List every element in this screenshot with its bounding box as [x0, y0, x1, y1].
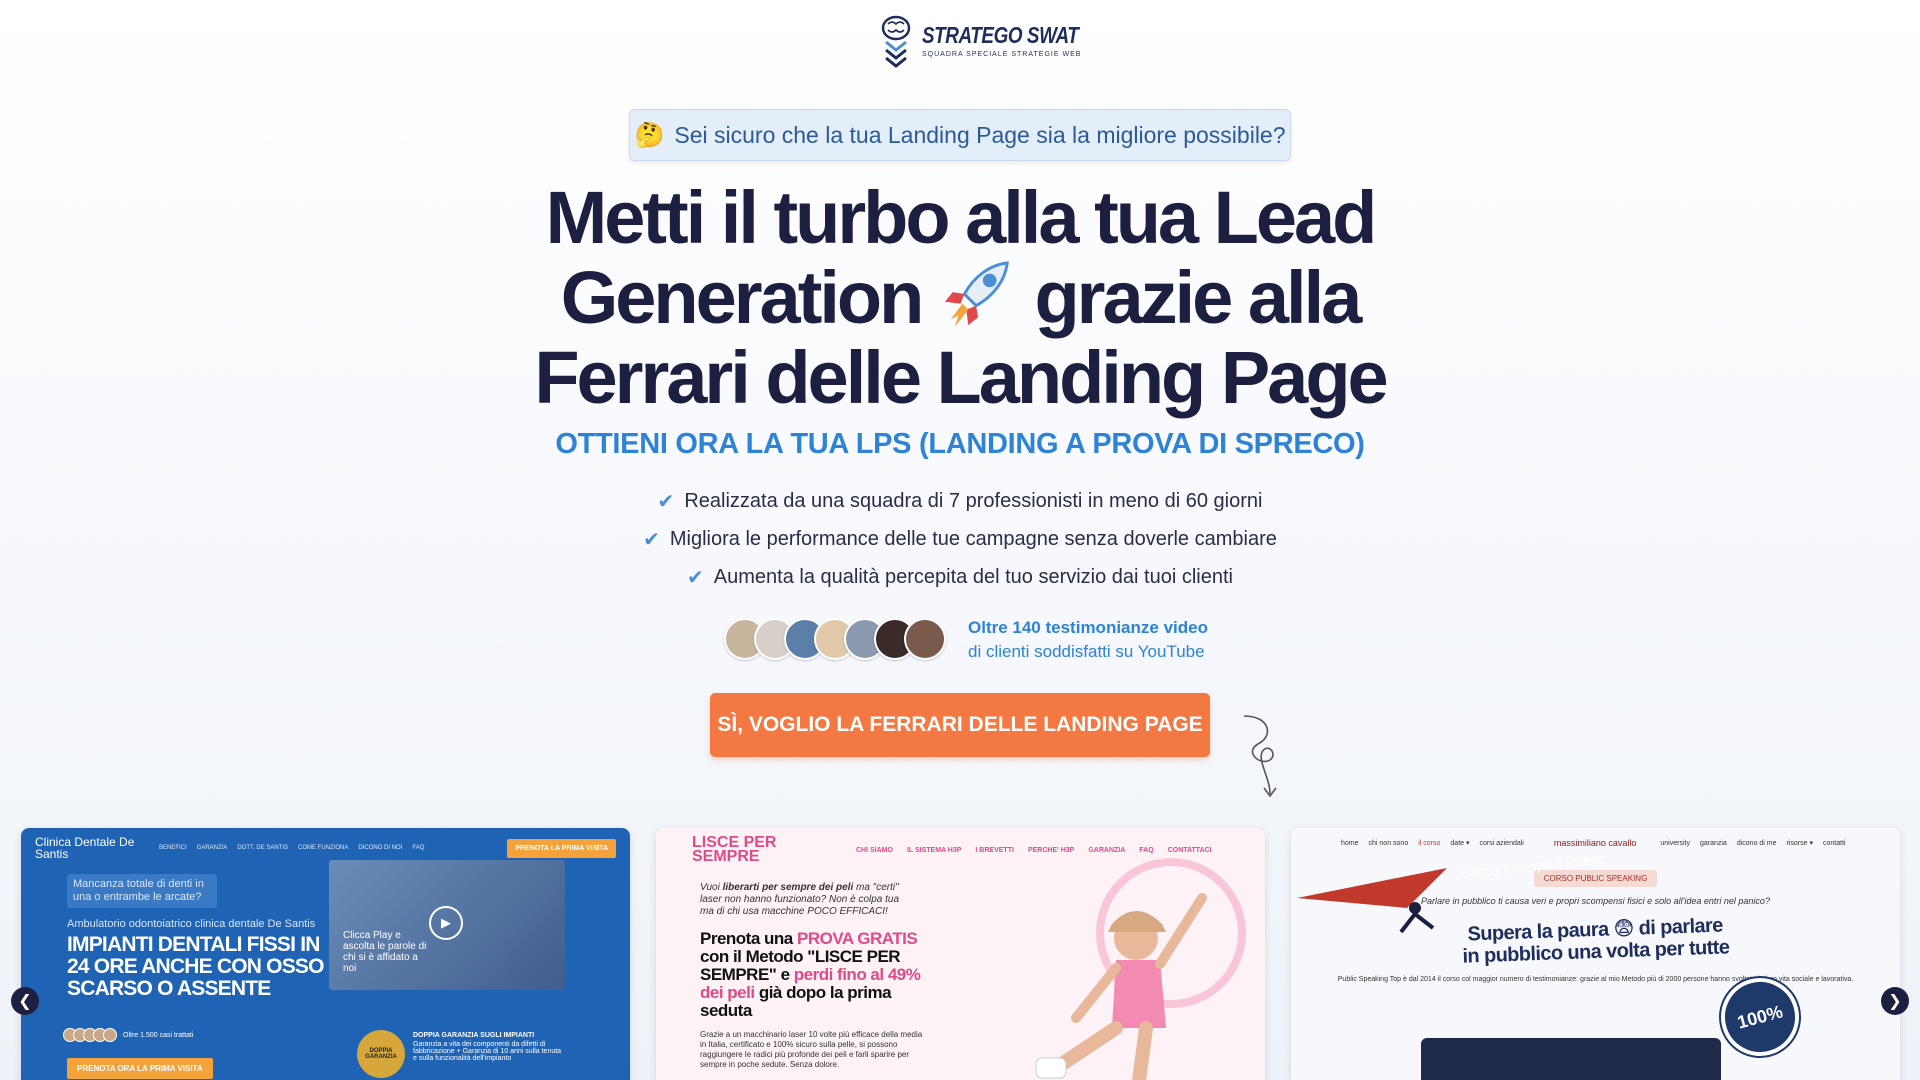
card-menu-item: BENEFICI [159, 845, 187, 851]
offer-subheading: OTTIENI ORA LA TUA LPS (LANDING A PROVA … [555, 428, 1365, 460]
brain-shield-icon [881, 15, 911, 68]
card-nav-button: PRENOTA LA PRIMA VISITA [507, 838, 616, 858]
card-menu-item: GARANZIA [1088, 846, 1126, 854]
card-stats-text: Oltre 1.500 casi trattati [123, 1031, 194, 1039]
card-menu-item: CHI SIAMO [856, 846, 893, 854]
card-menu-item: DOTT. DE SANTIS [237, 845, 289, 851]
checkmark-icon: ✔ [657, 490, 675, 513]
brand-title: STRATEGO SWAT [922, 22, 1079, 48]
guarantee-badge: DOPPIA GARANZIA [357, 1030, 405, 1078]
card-logo: LISCE PER SEMPRE [692, 834, 777, 865]
main-cta-button[interactable]: SÌ, VOGLIO LA FERRARI DELLE LANDING PAGE [710, 693, 1210, 757]
benefit-list: ✔ Realizzata da una squadra di 7 profess… [0, 482, 1920, 596]
card-tag: CORSO PUBLIC SPEAKING [1533, 870, 1658, 887]
checkmark-icon: ✔ [643, 528, 660, 551]
card-menu-item: I BREVETTI [975, 846, 1014, 854]
card-video-thumbnail: ▶ Clicca Play e ascolta le parole di chi… [329, 860, 565, 990]
card-intro: Vuoi liberarti per sempre dei peli ma "c… [700, 882, 900, 917]
card-menu-item: FAQ [1139, 846, 1154, 854]
card-menu-item: CONTATTACI [1167, 846, 1212, 854]
brand-logo[interactable]: STRATEGO SWAT SQUADRA SPECIALE STRATEGIE… [878, 14, 1113, 72]
headline-line-2b: grazie alla [1034, 256, 1362, 339]
card-menu: CHI SIAMO IL SISTEMA H3P I BREVETTI PERC… [856, 847, 1212, 854]
card-video-thumbnail [1421, 1038, 1721, 1080]
card-question: Mancanza totale di denti in una o entram… [67, 874, 217, 908]
card-logo: massimiliano cavallo [1553, 838, 1637, 848]
card-intro: Parlare in pubblico ti causa veri e prop… [1421, 896, 1770, 906]
card-headline: IMPIANTI DENTALI FISSI IN 24 ORE ANCHE C… [67, 933, 324, 1000]
benefit-text: Realizzata da una squadra di 7 professio… [684, 489, 1263, 512]
portfolio-card-dental[interactable]: Clinica Dentale De Santis BENEFICI GARAN… [21, 828, 630, 1080]
card-avatar-dots [63, 1028, 117, 1042]
rocket-icon [944, 261, 1009, 328]
carousel-next-button[interactable]: ❯ [1881, 987, 1909, 1015]
testimonial-summary[interactable]: Oltre 140 testimonianze video di clienti… [968, 616, 1208, 664]
card-menu-item: FAQ [412, 845, 425, 851]
headline-line-2a: Generation [560, 256, 925, 339]
card-foot-text: Grazie a un macchinario laser 10 volte p… [700, 1030, 923, 1069]
carousel-prev-button[interactable]: ❮ [11, 987, 39, 1015]
card-menu-item: PERCHE' H3P [1027, 846, 1075, 854]
curly-arrow-icon [1243, 715, 1277, 798]
testimonial-count: Oltre 140 testimonianze video [968, 618, 1208, 637]
benefit-item: ✔ Realizzata da una squadra di 7 profess… [0, 482, 1920, 520]
card-menu-item: DICONO DI NOI [358, 845, 403, 851]
card-description: Public Speaking Top è dal 2014 il corso … [1337, 976, 1854, 983]
card-stats: Oltre 1.500 casi trattati [63, 1028, 194, 1042]
card-menu-item: IL SISTEMA H3P [906, 846, 962, 854]
portfolio-card-laser[interactable]: LISCE PER SEMPRE CHI SIAMO IL SISTEMA H3… [656, 828, 1265, 1080]
question-pill-text: Sei sicuro che la tua Landing Page sia l… [674, 121, 1286, 148]
headline-line-3: Ferrari delle Landing Page [534, 336, 1388, 419]
guarantee-info: DOPPIA GARANZIA SUGLI IMPIANTI Garanzia … [413, 1032, 563, 1062]
card-body: Mancanza totale di denti in una o entram… [21, 860, 630, 1006]
guarantee-text: Garanzia a vita dei componenti da difett… [413, 1041, 562, 1062]
card-video-text: Clicca Play e ascolta le parole di chi s… [343, 930, 427, 974]
testimonial-avatars [724, 618, 946, 660]
play-icon: ▶ [429, 906, 463, 940]
benefit-item: ✔ Aumenta la qualità percepita del tuo s… [0, 558, 1920, 596]
guarantee-title: DOPPIA GARANZIA SUGLI IMPIANTI [413, 1032, 535, 1039]
hero-headline: Metti il turbo alla tua Lead Generation … [480, 178, 1440, 418]
benefit-text: Aumenta la qualità percepita del tuo ser… [713, 565, 1233, 588]
card-headline: Supera la paura 😨 di parlare in pubblico… [1462, 914, 1730, 968]
thinking-face-icon: 🤔 [634, 121, 665, 149]
card-menu-item: COME FUNZIONA [298, 845, 349, 851]
benefit-text: Migliora le performance delle tue campag… [669, 527, 1277, 550]
portfolio-card-public-speaking[interactable]: home chi non sono il corso date ▾ corsi … [1291, 828, 1900, 1080]
question-pill: 🤔 Sei sicuro che la tua Landing Page sia… [629, 109, 1291, 161]
brand-subtitle: SQUADRA SPECIALE STRATEGIE WEB [922, 51, 1082, 58]
card-cta: PRENOTA ORA LA PRIMA VISITA [67, 1058, 213, 1079]
checkmark-icon: ✔ [687, 566, 704, 589]
card-menu: BENEFICI GARANZIA DOTT. DE SANTIS COME F… [159, 845, 493, 851]
card-body: Vuoi liberarti per sempre dei peli ma "c… [656, 872, 1265, 1080]
testimonial-source: di clienti soddisfatti su YouTube [968, 642, 1205, 661]
card-menu-item: GARANZIA [196, 845, 228, 851]
card-logo: Clinica Dentale De Santis [35, 835, 135, 861]
card-body: CORSO PUBLIC SPEAKING Parlare in pubblic… [1291, 858, 1900, 985]
card-headline: Prenota una PROVA GRATIS con il Metodo "… [700, 929, 921, 1020]
testimonial-avatar [904, 618, 946, 660]
headline-line-1: Metti il turbo alla tua Lead [545, 176, 1378, 259]
benefit-item: ✔ Migliora le performance delle tue camp… [0, 520, 1920, 558]
